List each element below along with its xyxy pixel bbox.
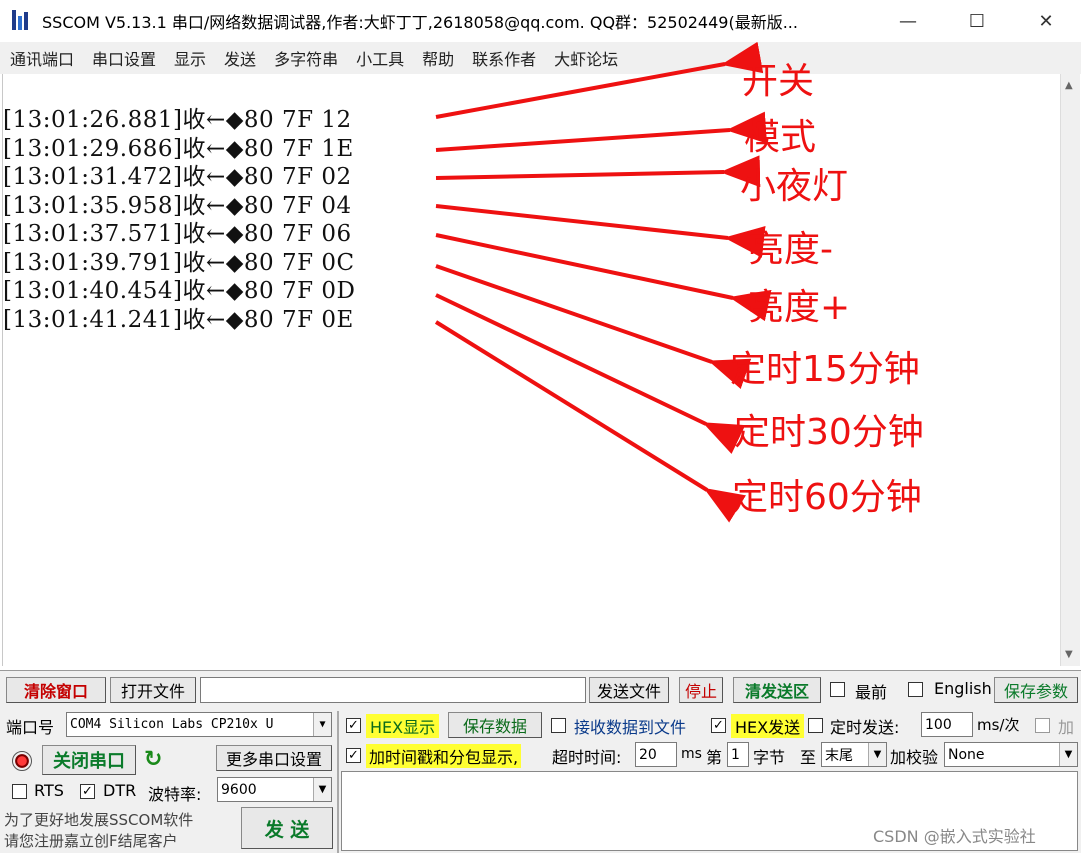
baud-select[interactable]: 9600 ▼ — [217, 777, 332, 802]
chevron-down-icon[interactable]: ▼ — [1059, 743, 1077, 766]
recv-to-file-label: 接收数据到文件 — [574, 718, 687, 737]
annotation-mode: 模式 — [744, 117, 817, 158]
end-byte-select-value: 末尾 — [825, 747, 853, 764]
close-button[interactable]: ✕ — [1011, 0, 1081, 42]
recv-to-file-checkbox[interactable] — [551, 718, 566, 733]
file-path-input[interactable] — [200, 677, 586, 703]
add-enter-checkbox[interactable] — [1035, 718, 1050, 733]
send-button[interactable]: 发 送 — [241, 807, 333, 849]
minimize-button[interactable]: — — [873, 0, 943, 42]
log-line: [13:01:31.472]收←◆80 7F 02 — [3, 164, 352, 190]
log-line: [13:01:35.958]收←◆80 7F 04 — [3, 192, 352, 219]
maximize-button[interactable]: ☐ — [942, 0, 1012, 42]
more-settings-button[interactable]: 更多串口设置 — [216, 745, 332, 771]
watermark: CSDN @嵌入式实验社 — [873, 827, 1036, 846]
sscom-app-icon — [12, 10, 34, 32]
annotation-power: 开关 — [742, 61, 815, 102]
dtr-label: DTR — [103, 781, 137, 800]
title-bar: SSCOM V5.13.1 串口/网络数据调试器,作者:大虾丁丁,2618058… — [0, 0, 1081, 42]
log-line: [13:01:39.791]收←◆80 7F 0C — [3, 249, 355, 276]
panel-divider — [337, 711, 339, 853]
annotation-brightness-up: 亮度+ — [748, 287, 851, 328]
menu-contact[interactable]: 联系作者 — [472, 46, 536, 70]
refresh-icon[interactable]: ↻ — [144, 747, 162, 772]
timeout-label: 超时时间: — [552, 748, 622, 767]
menu-send[interactable]: 发送 — [224, 46, 256, 70]
add-enter-label: 加 — [1058, 718, 1075, 737]
clear-window-button[interactable]: 清除窗口 — [6, 677, 106, 703]
log-line: [13:01:29.686]收←◆80 7F 1E — [3, 135, 354, 162]
menu-forum[interactable]: 大虾论坛 — [554, 46, 618, 70]
log-line: [13:01:40.454]收←◆80 7F 0D — [3, 278, 356, 304]
scroll-up-icon[interactable]: ▲ — [1065, 80, 1073, 91]
menu-comm-port[interactable]: 通讯端口 — [10, 46, 74, 70]
timeout-unit-label: ms — [681, 746, 702, 762]
save-params-button[interactable]: 保存参数 — [994, 677, 1078, 703]
send-file-button[interactable]: 发送文件 — [589, 677, 669, 703]
interval-input[interactable]: 100 — [921, 712, 973, 737]
chevron-down-icon[interactable]: ▼ — [313, 778, 331, 801]
chevron-down-icon[interactable]: ▼ — [313, 713, 331, 736]
close-port-button[interactable]: 关闭串口 — [42, 745, 136, 775]
timed-send-checkbox[interactable] — [808, 718, 823, 733]
timestamp-label: 加时间戳和分包显示, — [366, 744, 522, 768]
log-line: [13:01:26.881]收←◆80 7F 12 — [3, 107, 352, 133]
menu-display[interactable]: 显示 — [174, 46, 206, 70]
menu-tools[interactable]: 小工具 — [356, 46, 404, 70]
annotation-timer-60: 定时60分钟 — [732, 477, 922, 518]
promo-line-2: 请您注册嘉立创F结尾客户 — [4, 832, 178, 850]
log-line: [13:01:37.571]收←◆80 7F 06 — [3, 221, 352, 247]
scroll-down-icon[interactable]: ▼ — [1065, 649, 1073, 660]
baud-label: 波特率: — [148, 785, 202, 804]
rts-checkbox[interactable] — [12, 784, 27, 799]
timestamp-checkbox[interactable]: ✓ — [346, 748, 361, 763]
baud-select-value: 9600 — [221, 781, 257, 798]
hex-display-checkbox[interactable]: ✓ — [346, 718, 361, 733]
annotation-timer-15: 定时15分钟 — [730, 349, 920, 390]
topmost-checkbox[interactable] — [830, 682, 845, 697]
byte-label: 字节 — [753, 748, 786, 767]
log-line: [13:01:41.241]收←◆80 7F 0E — [3, 306, 354, 333]
annotation-brightness-down: 亮度- — [748, 229, 833, 270]
checksum-select-value: None — [948, 746, 985, 763]
english-checkbox[interactable] — [908, 682, 923, 697]
start-byte-input[interactable]: 1 — [727, 742, 749, 767]
menu-multi-string[interactable]: 多字符串 — [274, 46, 338, 70]
annotation-nightlight: 小夜灯 — [740, 166, 849, 207]
stop-button[interactable]: 停止 — [679, 677, 723, 703]
port-status-icon — [12, 751, 32, 771]
menu-bar: 通讯端口 串口设置 显示 发送 多字符串 小工具 帮助 联系作者 大虾论坛 — [0, 42, 1081, 74]
port-select-value: COM4 Silicon Labs CP210x U — [70, 717, 274, 732]
hex-display-label: HEX显示 — [366, 714, 440, 738]
clear-send-button[interactable]: 清发送区 — [733, 677, 821, 703]
port-select[interactable]: COM4 Silicon Labs CP210x U ▼ — [66, 712, 332, 737]
chevron-down-icon[interactable]: ▼ — [868, 743, 886, 766]
interval-unit-label: ms/次 — [977, 716, 1020, 734]
promo-line-1: 为了更好地发展SSCOM软件 — [4, 811, 194, 829]
timed-send-label: 定时发送: — [830, 718, 900, 737]
topmost-label: 最前 — [855, 683, 888, 702]
nth-label: 第 — [706, 748, 723, 767]
checksum-select[interactable]: None ▼ — [944, 742, 1078, 767]
to-label: 至 — [800, 748, 817, 767]
window-title: SSCOM V5.13.1 串口/网络数据调试器,作者:大虾丁丁,2618058… — [42, 13, 798, 32]
timeout-input[interactable]: 20 — [635, 742, 677, 767]
checksum-label: 加校验 — [890, 748, 939, 767]
english-label: English — [934, 679, 992, 698]
open-file-button[interactable]: 打开文件 — [110, 677, 196, 703]
receive-scrollbar[interactable]: ▲ ▼ — [1060, 74, 1080, 666]
annotation-timer-30: 定时30分钟 — [734, 412, 924, 453]
hex-send-checkbox[interactable]: ✓ — [711, 718, 726, 733]
dtr-checkbox[interactable]: ✓ — [80, 784, 95, 799]
rts-label: RTS — [34, 781, 64, 800]
port-label: 端口号 — [6, 718, 55, 737]
end-byte-select[interactable]: 末尾 ▼ — [821, 742, 887, 767]
hex-send-label: HEX发送 — [731, 714, 805, 738]
save-data-button[interactable]: 保存数据 — [448, 712, 542, 738]
menu-serial-settings[interactable]: 串口设置 — [92, 46, 156, 70]
menu-help[interactable]: 帮助 — [422, 46, 454, 70]
